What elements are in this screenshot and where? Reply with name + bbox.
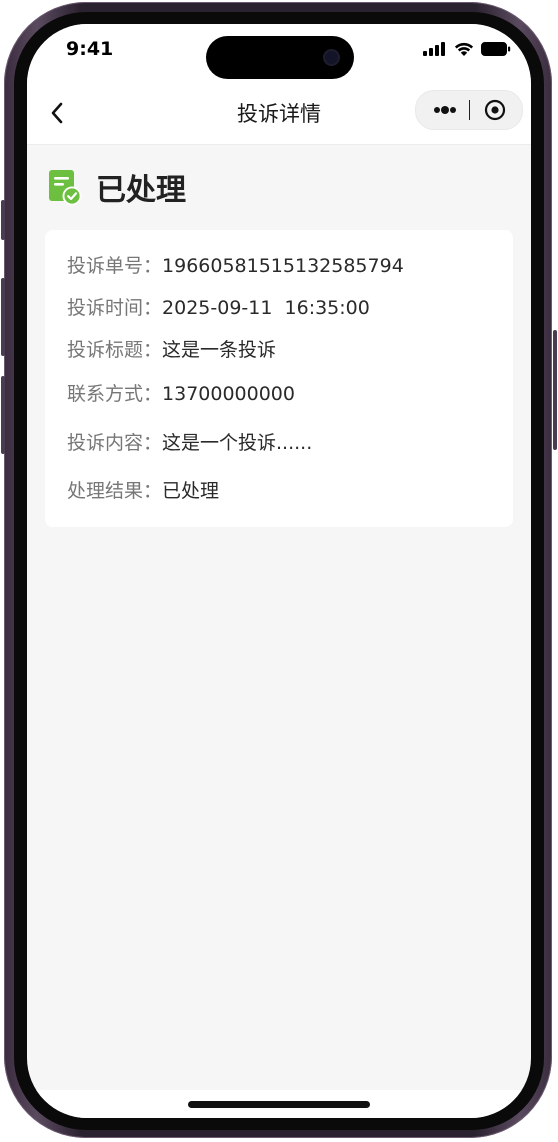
action-button	[1, 200, 5, 240]
capsule-close-icon	[484, 99, 506, 121]
complaint-content-value: 这是一个投诉......	[162, 432, 313, 454]
field-label: 投诉内容：	[67, 432, 163, 454]
result-row: 处理结果： 已处理	[67, 477, 219, 505]
field-label: 联系方式：	[67, 383, 163, 405]
phone-screen: 9:41 投诉详情 已处理 投诉单号： 19660581515132585794…	[27, 24, 531, 1118]
status-title: 已处理	[96, 173, 186, 208]
complaint-detail-card: 投诉单号： 19660581515132585794 投诉时间： 2025-09…	[45, 230, 513, 527]
wifi-icon	[454, 42, 474, 56]
field-label: 投诉标题：	[67, 339, 163, 361]
complaint-time-value: 2025-09-11 16:35:00	[162, 297, 370, 319]
more-dots-icon	[434, 106, 456, 114]
front-camera	[325, 51, 338, 64]
status-time: 9:41	[66, 38, 114, 60]
navigation-bar: 投诉详情	[27, 84, 531, 145]
field-label: 投诉单号：	[67, 255, 163, 277]
field-label: 处理结果：	[67, 480, 163, 502]
power-button	[553, 330, 557, 450]
complaint-content-row: 投诉内容： 这是一个投诉......	[67, 429, 312, 457]
contact-value: 13700000000	[162, 383, 295, 405]
miniprogram-capsule	[415, 90, 523, 130]
complaint-time-row: 投诉时间： 2025-09-11 16:35:00	[67, 294, 370, 322]
home-indicator[interactable]	[188, 1101, 370, 1108]
cellular-signal-icon	[423, 42, 445, 56]
document-check-icon	[49, 170, 82, 206]
contact-row: 联系方式： 13700000000	[67, 380, 295, 408]
field-label: 投诉时间：	[67, 297, 163, 319]
capsule-divider	[469, 100, 470, 120]
volume-down-button	[1, 376, 5, 454]
complaint-number-row: 投诉单号： 19660581515132585794	[67, 252, 404, 280]
result-value: 已处理	[162, 480, 220, 502]
complaint-title-value: 这是一条投诉	[162, 339, 277, 361]
status-bar: 9:41	[27, 24, 531, 84]
battery-icon	[481, 42, 511, 56]
close-miniprogram-button[interactable]	[480, 97, 510, 123]
complaint-number-value: 19660581515132585794	[162, 255, 404, 277]
volume-up-button	[1, 278, 5, 356]
status-header: 已处理	[48, 166, 186, 208]
status-icons	[423, 40, 511, 58]
more-button[interactable]	[428, 97, 462, 123]
complaint-title-row: 投诉标题： 这是一条投诉	[67, 336, 276, 364]
dynamic-island	[206, 36, 354, 79]
